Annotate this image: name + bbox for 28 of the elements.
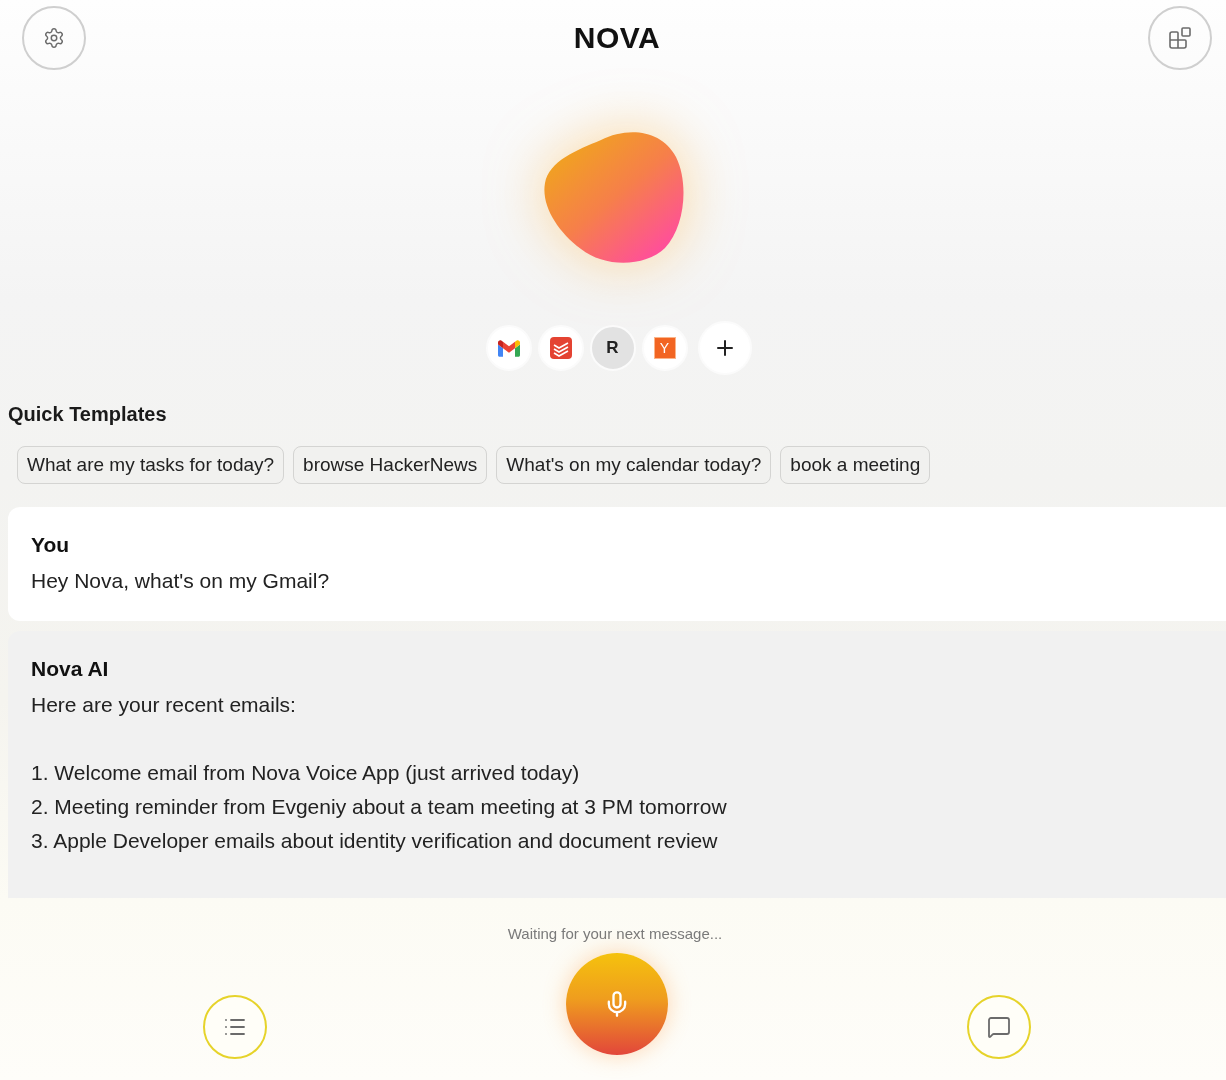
blocks-button[interactable] [1148,6,1212,70]
message-text: Hey Nova, what's on my Gmail? [31,568,330,594]
chat-icon [987,1015,1011,1039]
template-chip[interactable]: What are my tasks for today? [17,446,285,484]
settings-button[interactable] [22,6,86,70]
message-text: 2. Meeting reminder from Evgeniy about a team meeting at 3 PM tomorrow [31,794,727,820]
app-title: NOVA [573,21,661,55]
message-text: Here are your recent emails: [31,692,296,718]
integration-button[interactable] [485,325,532,371]
template-chip[interactable]: What's on my calendar today? [496,446,772,484]
list-button[interactable] [203,995,267,1059]
layered-logo-icon [549,337,572,359]
settings-icon [43,27,65,49]
message-author: Nova AI [31,656,109,682]
message-author: You [31,532,70,558]
m-logo-icon [497,339,520,357]
section-title: Quick Templates [8,402,167,426]
message-text: 1. Welcome email from Nova Voice App (just arrived today) [31,760,580,786]
integration-button[interactable]: R [589,325,636,371]
logo-tile: Y [653,337,676,359]
integration-button[interactable] [537,325,584,371]
template-chip[interactable]: book a meeting [780,446,931,484]
template-chip[interactable]: browse HackerNews [293,446,488,484]
chat-button[interactable] [967,995,1031,1059]
message-text: 3. Apple Developer emails about identity verification and document review [31,828,718,854]
status-text: Waiting for your next message... [507,924,723,944]
microphone-button[interactable] [566,953,668,1055]
blocks-icon [1168,26,1192,50]
